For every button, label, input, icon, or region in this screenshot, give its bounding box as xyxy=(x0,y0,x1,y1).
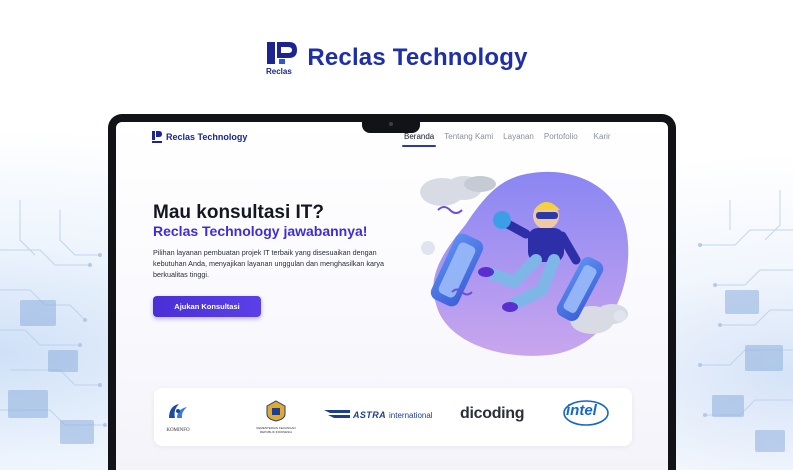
nav-link-karir[interactable]: Karir xyxy=(594,132,611,141)
hero-title: Mau konsultasi IT? xyxy=(153,202,325,223)
hero-illustration xyxy=(420,171,629,356)
nav-link-layanan[interactable]: Layanan xyxy=(503,132,534,141)
camera-dot xyxy=(389,122,393,126)
nav-brand-name: Reclas Technology xyxy=(166,132,248,142)
kominfo-logo: KOMINFO xyxy=(162,400,194,433)
consultation-button[interactable]: Ajukan Konsultasi xyxy=(153,296,261,317)
nav-link-portofolio[interactable]: Portofolio xyxy=(544,132,578,141)
svg-text:Reclas: Reclas xyxy=(266,67,292,76)
astra-logo: ASTRA international xyxy=(324,408,433,420)
intel-swirl-icon xyxy=(563,400,609,426)
hero-subtitle: Reclas Technology jawabannya! xyxy=(153,223,368,239)
intel-logo: intel xyxy=(563,400,609,426)
dicoding-logo: dicoding xyxy=(460,405,525,422)
kemenkeu-logo: KEMENTERIAN KEUANGAN REPUBLIK INDONESIA xyxy=(250,400,302,434)
top-brand: Reclas Reclas Technology xyxy=(0,40,793,76)
top-brand-name: Reclas Technology xyxy=(307,44,528,71)
reclas-logo-icon xyxy=(152,131,162,143)
nav-link-tentang-kami[interactable]: Tentang Kami xyxy=(444,132,493,141)
reclas-logo-icon: Reclas xyxy=(266,42,298,76)
partner-logos-strip: KOMINFO KEMENTERIAN KEUANGAN REPUBLIK IN… xyxy=(154,388,632,446)
kominfo-emblem-icon xyxy=(169,404,187,418)
nav-links: Beranda Tentang Kami Layanan Portofolio … xyxy=(401,132,621,147)
astra-arrow-icon xyxy=(324,410,350,418)
kemenkeu-emblem-icon xyxy=(266,400,286,422)
website-screen: Reclas Technology Beranda Tentang Kami L… xyxy=(116,122,668,470)
nav-link-beranda[interactable]: Beranda xyxy=(401,132,437,147)
nav-logo[interactable]: Reclas Technology xyxy=(152,131,247,143)
hero-description: Pilihan layanan pembuatan projek IT terb… xyxy=(153,248,384,279)
